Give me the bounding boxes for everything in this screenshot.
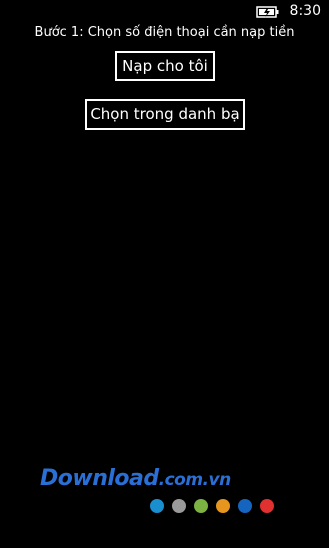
watermark-dot (172, 499, 186, 513)
status-bar: 8:30 (0, 0, 329, 22)
step-instruction: Bước 1: Chọn số điện thoại cần nạp tiền (34, 25, 295, 40)
watermark-dot (238, 499, 252, 513)
status-time: 8:30 (289, 3, 321, 19)
watermark-dot (150, 499, 164, 513)
watermark-logo-main: Download (40, 466, 159, 491)
watermark-dot (216, 499, 230, 513)
choose-from-contacts-button[interactable]: Chọn trong danh bạ (85, 99, 245, 130)
watermark-dot (260, 499, 274, 513)
watermark: Download.com.vn (40, 465, 290, 525)
watermark-logo-domain: .com.vn (158, 470, 232, 490)
watermark-logo: Download.com.vn (40, 465, 231, 494)
watermark-dot (194, 499, 208, 513)
battery-charging-icon (256, 4, 280, 18)
topup-self-button[interactable]: Nạp cho tôi (115, 51, 215, 81)
